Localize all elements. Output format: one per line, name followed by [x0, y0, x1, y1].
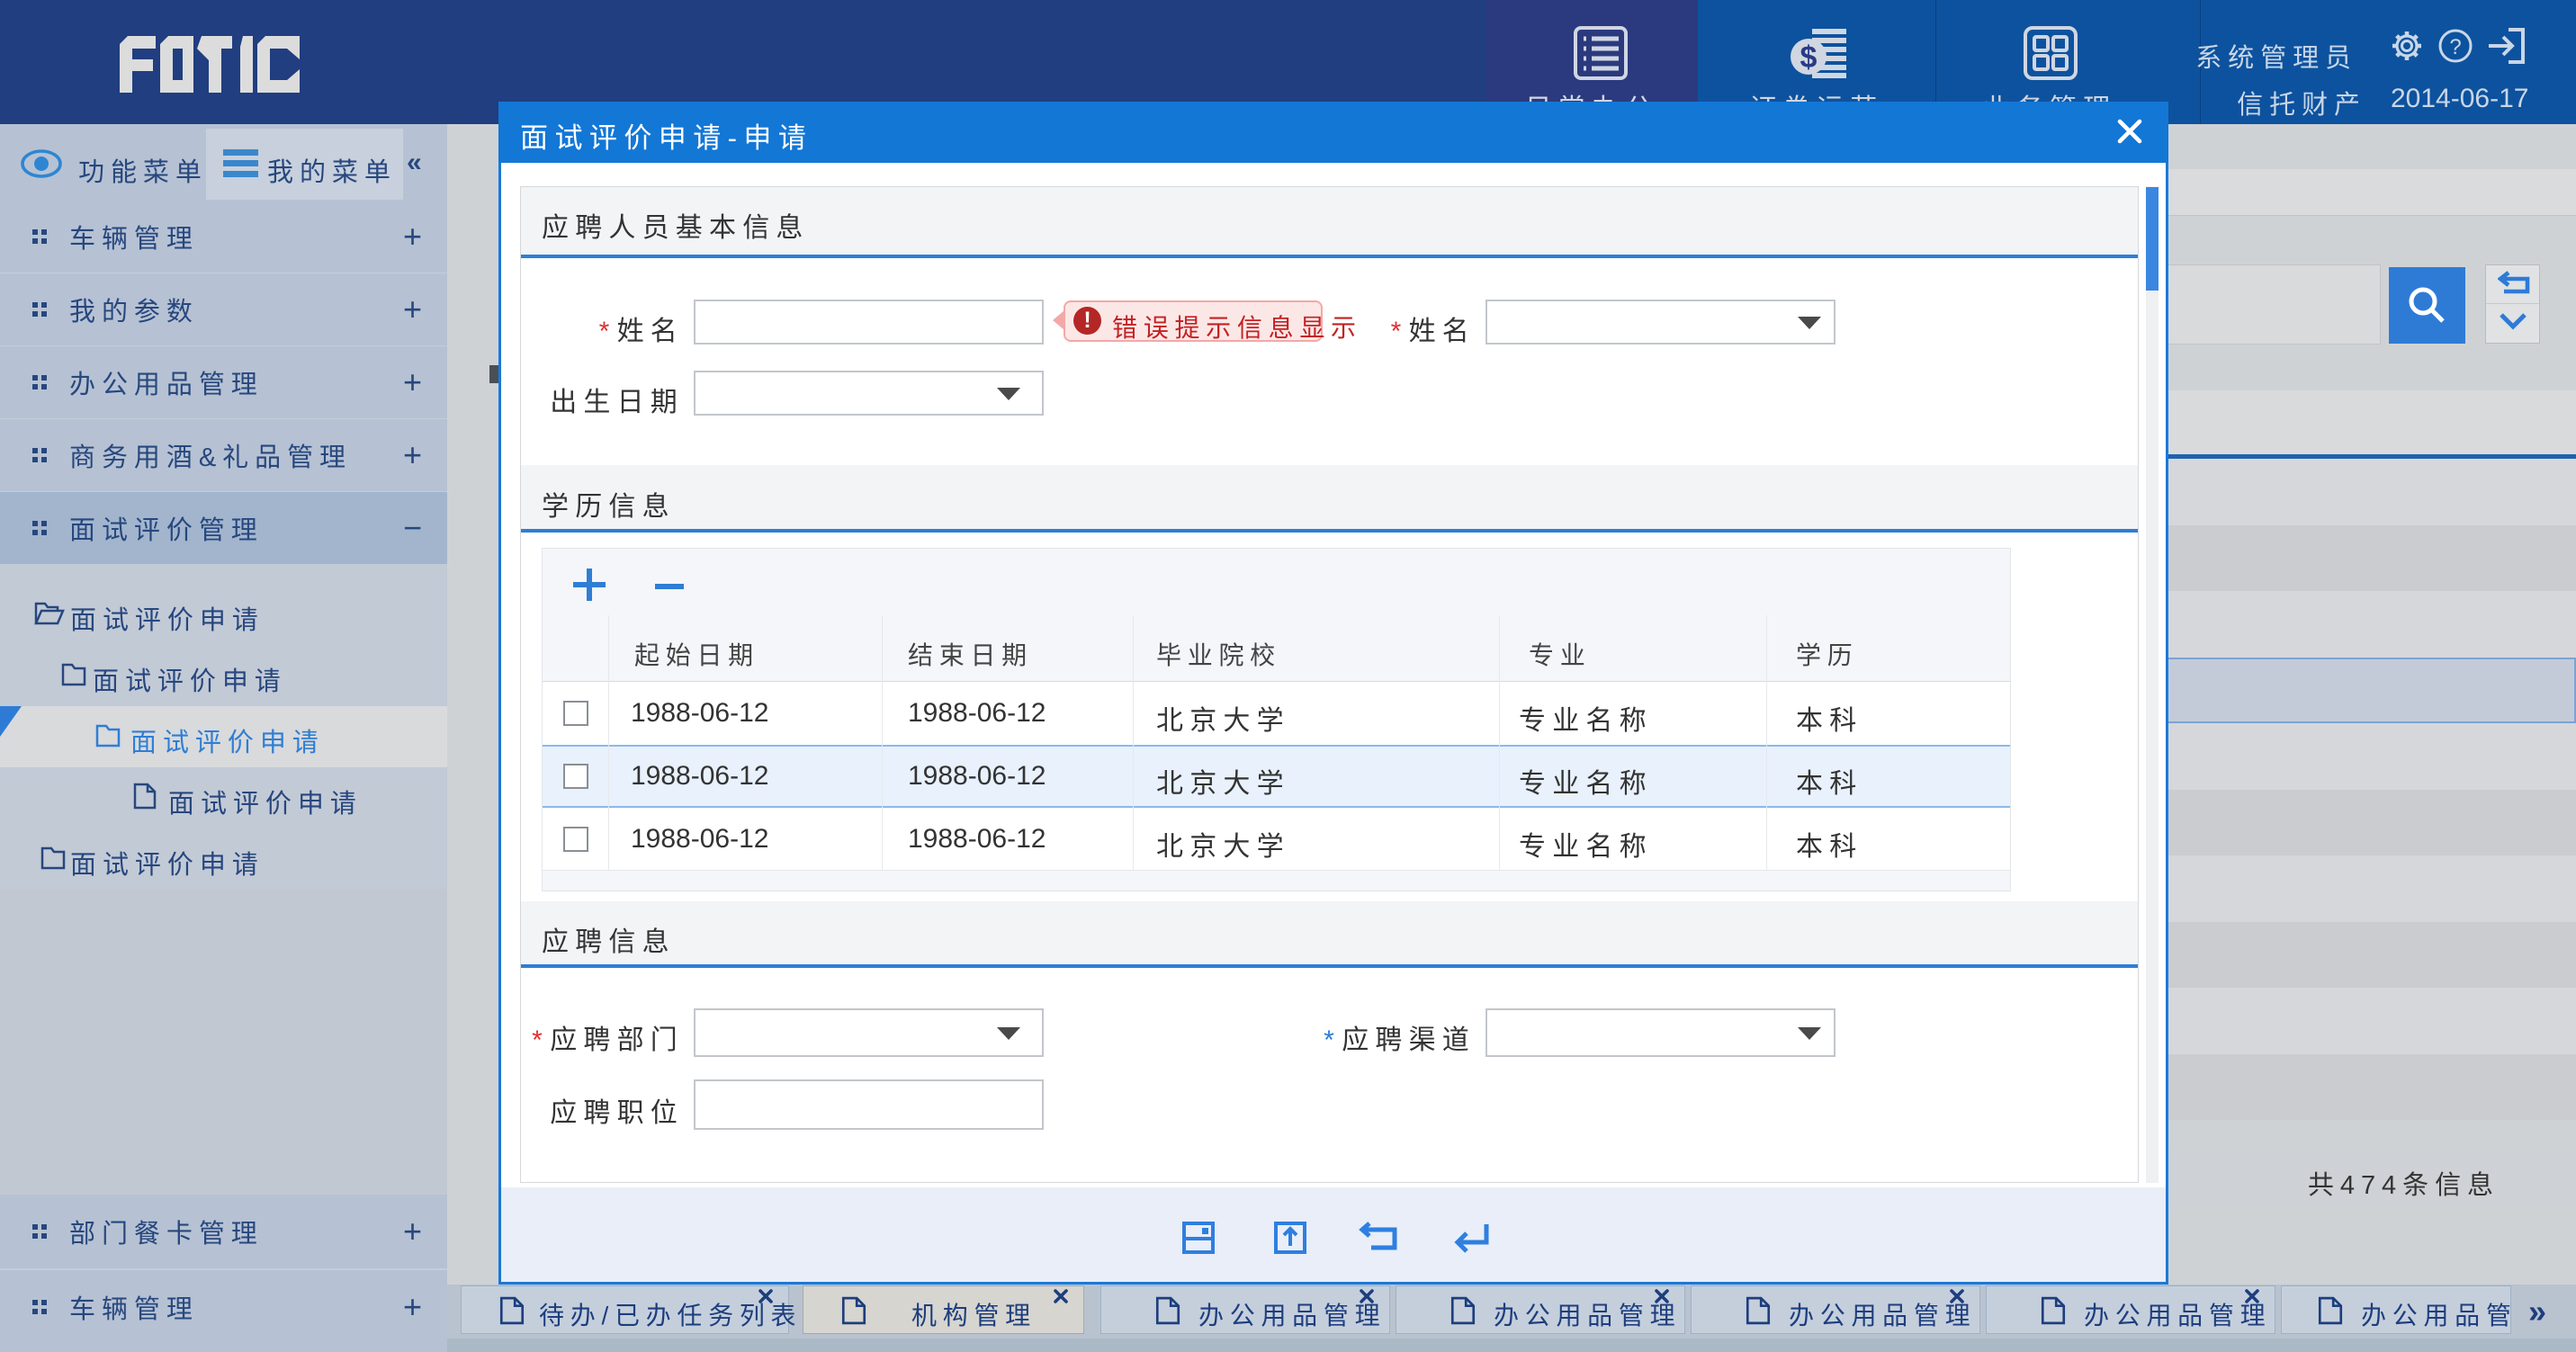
svg-text:$: $ — [1800, 40, 1818, 75]
svg-text:?: ? — [2449, 35, 2461, 59]
